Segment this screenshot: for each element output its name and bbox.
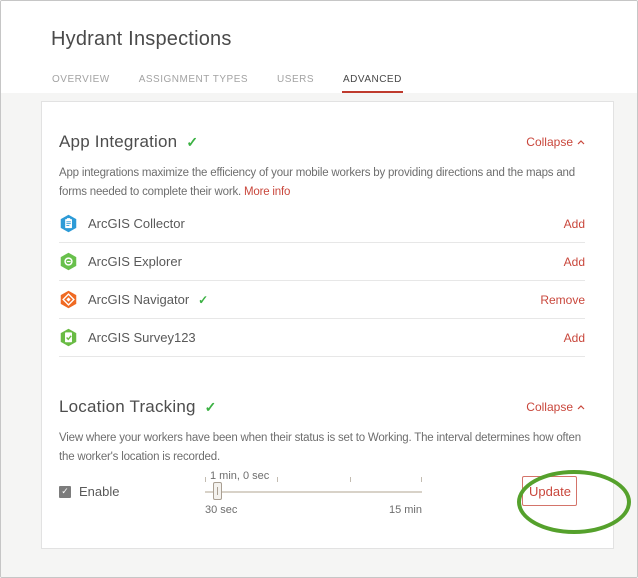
check-icon: ✓	[205, 399, 217, 416]
chevron-up-icon	[577, 140, 585, 145]
tab-advanced[interactable]: ADVANCED	[342, 74, 403, 93]
app-integration-description-text: App integrations maximize the efficiency…	[59, 167, 575, 198]
explorer-icon	[59, 252, 78, 271]
slider-min-label: 30 sec	[205, 504, 237, 516]
navigator-icon	[59, 290, 78, 309]
collector-icon	[59, 214, 78, 233]
location-tracking-controls: ✓ Enable 1 min, 0 sec 30 sec 15 min Upda…	[59, 474, 585, 530]
location-tracking-collapse-link[interactable]: Collapse	[526, 400, 585, 414]
slider-tick	[421, 477, 422, 482]
survey123-icon	[59, 328, 78, 347]
more-info-link[interactable]: More info	[244, 186, 290, 198]
enable-label: Enable	[79, 484, 119, 499]
app-name: ArcGIS Explorer	[88, 254, 182, 269]
checkmark-icon: ✓	[61, 487, 69, 496]
app-integration-title: App Integration	[59, 132, 177, 152]
collapse-label: Collapse	[526, 135, 573, 149]
add-link-collector[interactable]: Add	[564, 217, 585, 231]
page-header: Hydrant Inspections OVERVIEW ASSIGNMENT …	[1, 1, 637, 93]
slider-tick	[277, 477, 278, 482]
slider-tick	[350, 477, 351, 482]
enable-checkbox[interactable]: ✓	[59, 486, 71, 498]
update-button[interactable]: Update	[522, 476, 577, 506]
app-name: ArcGIS Collector	[88, 216, 185, 231]
enable-checkbox-group: ✓ Enable	[59, 484, 119, 499]
content-background: App Integration ✓ Collapse App integrati…	[1, 93, 637, 578]
app-integration-header: App Integration ✓ Collapse	[59, 102, 585, 152]
page-title: Hydrant Inspections	[51, 28, 232, 51]
app-list: ArcGIS Collector Add ArcGIS Explorer Add	[59, 205, 585, 357]
add-link-explorer[interactable]: Add	[564, 255, 585, 269]
slider-tick	[205, 477, 206, 482]
app-row-collector: ArcGIS Collector Add	[59, 205, 585, 243]
slider-track[interactable]	[205, 491, 422, 493]
check-icon: ✓	[186, 134, 198, 151]
app-name: ArcGIS Navigator	[88, 292, 189, 307]
slider-handle[interactable]	[213, 482, 222, 500]
app-name: ArcGIS Survey123	[88, 330, 196, 345]
advanced-settings-card: App Integration ✓ Collapse App integrati…	[41, 101, 614, 549]
slider-value-label: 1 min, 0 sec	[210, 470, 269, 482]
app-row-navigator: ArcGIS Navigator ✓ Remove	[59, 281, 585, 319]
interval-slider: 1 min, 0 sec 30 sec 15 min	[205, 474, 422, 530]
location-tracking-header: Location Tracking ✓ Collapse	[59, 397, 585, 417]
app-row-explorer: ArcGIS Explorer Add	[59, 243, 585, 281]
tab-bar: OVERVIEW ASSIGNMENT TYPES USERS ADVANCED	[51, 74, 403, 93]
add-link-survey123[interactable]: Add	[564, 331, 585, 345]
tab-users[interactable]: USERS	[276, 74, 315, 93]
remove-link-navigator[interactable]: Remove	[540, 293, 585, 307]
location-tracking-title: Location Tracking	[59, 397, 196, 417]
workforce-project-page: Hydrant Inspections OVERVIEW ASSIGNMENT …	[0, 0, 638, 578]
app-row-survey123: ArcGIS Survey123 Add	[59, 319, 585, 357]
location-tracking-description: View where your workers have been when t…	[59, 429, 585, 466]
chevron-up-icon	[577, 405, 585, 410]
tab-assignment-types[interactable]: ASSIGNMENT TYPES	[138, 74, 249, 93]
app-integration-collapse-link[interactable]: Collapse	[526, 135, 585, 149]
tab-overview[interactable]: OVERVIEW	[51, 74, 111, 93]
app-integration-description: App integrations maximize the efficiency…	[59, 164, 585, 201]
check-icon: ✓	[198, 293, 208, 307]
slider-max-label: 15 min	[389, 504, 422, 516]
collapse-label: Collapse	[526, 400, 573, 414]
